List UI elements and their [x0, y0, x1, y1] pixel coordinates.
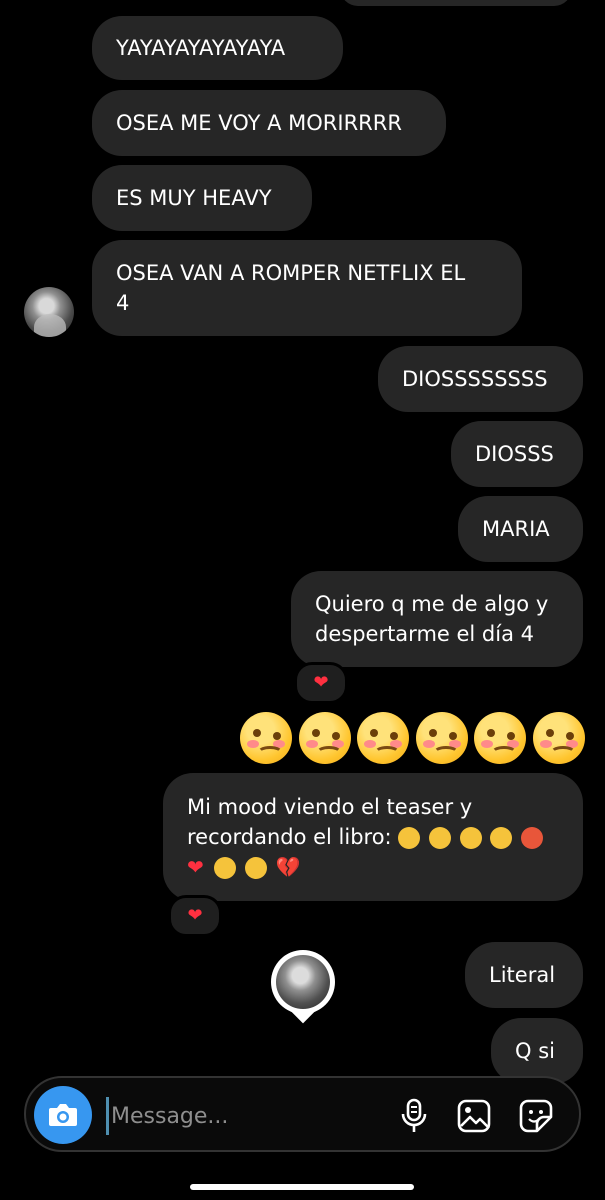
- emoji-message[interactable]: [240, 712, 585, 764]
- sunglasses-face-icon: [459, 827, 482, 849]
- message-text: Literal: [489, 963, 556, 987]
- woozy-face-icon: [298, 712, 351, 764]
- sent-message[interactable]: Quiero q me de algo y despertarme el día…: [291, 571, 583, 667]
- reaction-badge[interactable]: ❤: [294, 662, 348, 704]
- sent-message[interactable]: MARIA: [458, 496, 583, 562]
- woozy-face-icon: [532, 712, 585, 764]
- message-composer: [24, 1076, 581, 1152]
- message-text: YAYAYAYAYAYAYA: [116, 36, 286, 60]
- message-input[interactable]: [106, 1097, 373, 1135]
- received-message[interactable]: ES MUY HEAVY: [92, 165, 312, 231]
- message-text: 4: [116, 291, 130, 315]
- previous-message-bubble: [340, 0, 572, 6]
- woozy-face-icon: [490, 827, 513, 849]
- message-text: recordando el libro:: [187, 825, 392, 849]
- red-heart-icon: ❤: [187, 855, 204, 879]
- message-text: ES MUY HEAVY: [116, 186, 272, 210]
- sticker-button[interactable]: [518, 1098, 554, 1134]
- sent-message[interactable]: DIOSSS: [451, 421, 583, 487]
- hot-face-icon: [521, 827, 544, 849]
- image-icon: [457, 1099, 491, 1133]
- message-text: Mi mood viendo el teaser y: [187, 795, 473, 819]
- message-text: DIOSSSSSSSS: [402, 367, 548, 391]
- reaction-badge[interactable]: ❤: [168, 895, 222, 937]
- message-text: Quiero q me de algo y: [315, 592, 549, 616]
- received-message[interactable]: YAYAYAYAYAYAYA: [92, 16, 343, 80]
- home-indicator[interactable]: [190, 1184, 414, 1190]
- zany-face-icon: [429, 827, 452, 849]
- sent-message[interactable]: Literal: [465, 942, 583, 1008]
- message-text: DIOSSS: [475, 442, 554, 466]
- sent-message[interactable]: Q si: [491, 1018, 583, 1084]
- received-message[interactable]: OSEA ME VOY A MORIRRRR: [92, 90, 446, 156]
- flushed-face-icon: [214, 857, 237, 879]
- heart-icon: ❤: [313, 672, 329, 693]
- message-text: MARIA: [482, 517, 550, 541]
- raised-eyebrow-face-icon: [398, 827, 421, 849]
- woozy-face-icon: [240, 712, 292, 764]
- message-text: OSEA VAN A ROMPER NETFLIX EL: [116, 261, 466, 285]
- sent-message[interactable]: DIOSSSSSSSS: [378, 346, 583, 412]
- message-text: despertarme el día 4: [315, 622, 534, 646]
- camera-button[interactable]: [34, 1086, 92, 1144]
- sent-message[interactable]: Mi mood viendo el teaser y recordando el…: [163, 773, 583, 901]
- pleading-face-icon: [245, 857, 268, 879]
- broken-heart-icon: 💔: [275, 855, 301, 879]
- woozy-face-icon: [357, 712, 410, 764]
- message-text: OSEA ME VOY A MORIRRRR: [116, 111, 402, 135]
- woozy-face-icon: [415, 712, 468, 764]
- received-message[interactable]: OSEA VAN A ROMPER NETFLIX EL 4: [92, 240, 522, 336]
- sender-avatar[interactable]: [24, 287, 74, 337]
- sticker-icon: [519, 1099, 553, 1133]
- microphone-button[interactable]: [396, 1098, 432, 1134]
- camera-icon: [49, 1104, 77, 1126]
- heart-icon: ❤: [187, 905, 203, 926]
- message-text: Q si: [515, 1039, 555, 1063]
- microphone-icon: [401, 1098, 427, 1132]
- woozy-face-icon: [474, 712, 527, 764]
- seen-indicator-avatar[interactable]: [271, 950, 335, 1026]
- gallery-button[interactable]: [456, 1098, 492, 1134]
